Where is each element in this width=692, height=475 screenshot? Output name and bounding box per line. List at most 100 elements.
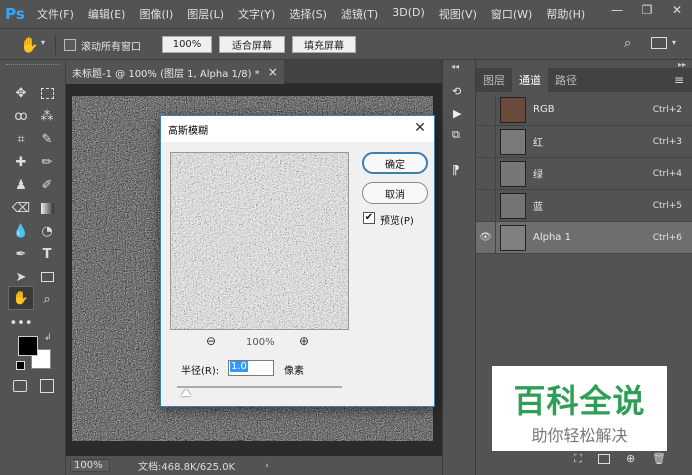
preview-checkbox[interactable]: ✔ — [363, 212, 375, 224]
menu-item[interactable]: 3D(D) — [385, 6, 432, 22]
menu-item[interactable]: 视图(V) — [432, 6, 484, 22]
close-button[interactable]: ✕ — [662, 0, 692, 20]
radius-unit: 像素 — [284, 366, 304, 377]
fill-screen-button[interactable]: 填充屏幕 — [292, 36, 356, 53]
crop-tool-icon[interactable]: ⌗ — [10, 128, 32, 150]
menu-item[interactable]: 帮助(H) — [539, 6, 592, 22]
rectangle-tool-icon[interactable] — [36, 266, 58, 288]
visibility-eye-icon[interactable] — [476, 157, 496, 190]
menu-item[interactable]: 滤镜(T) — [334, 6, 385, 22]
panel-menu-icon[interactable]: ≡ — [674, 68, 684, 92]
save-selection-icon[interactable] — [598, 454, 610, 464]
delete-channel-icon[interactable]: 🗑 — [652, 452, 666, 465]
preview-label: 预览(P) — [380, 216, 414, 227]
zoom-tool-icon[interactable]: ⌕ — [36, 288, 58, 310]
ok-button[interactable]: 确定 — [362, 152, 428, 174]
character-panel-icon[interactable]: ⁋ — [452, 163, 460, 177]
restore-button[interactable]: ❐ — [632, 0, 662, 20]
fit-screen-button[interactable]: 适合屏幕 — [219, 36, 285, 53]
radius-input[interactable]: 1.0 — [228, 360, 274, 376]
more-tools-icon[interactable]: ••• — [10, 312, 33, 334]
radius-slider-track[interactable] — [177, 386, 342, 388]
properties-panel-icon[interactable]: ⧉ — [452, 128, 460, 142]
gaussian-blur-dialog: 高斯模糊 ✕ 确定 取消 ✔ 预览(P) ⊖ 100% ⊕ 半径(R): 1.0… — [160, 115, 435, 407]
channel-row[interactable]: 红 Ctrl+3 — [476, 125, 692, 158]
search-icon[interactable]: ⌕ — [624, 36, 631, 51]
zoom-out-icon[interactable]: ⊖ — [206, 334, 216, 348]
radius-slider-thumb[interactable] — [180, 389, 191, 396]
watermark-subtitle: 助你轻松解决 — [531, 426, 628, 445]
hand-tool-icon[interactable]: ✋ — [20, 36, 39, 54]
move-tool-icon[interactable]: ✥ — [10, 82, 32, 104]
zoom-100-button[interactable]: 100% — [162, 36, 212, 53]
visibility-eye-icon[interactable] — [476, 125, 496, 158]
cancel-button[interactable]: 取消 — [362, 182, 428, 204]
toolbox: ✥ ꝏ ⁂ ⌗ ✎ ✚ ✏ ♟ ✐ ⌫ 💧 ◔ ✒ T ➤ ✋ ⌕ ••• ↲ — [0, 60, 66, 475]
zoom-in-icon[interactable]: ⊕ — [299, 334, 309, 348]
zoom-level-field[interactable]: 100% — [70, 459, 110, 472]
swap-colors-icon[interactable]: ↲ — [44, 333, 52, 343]
pen-tool-icon[interactable]: ✒ — [10, 243, 32, 265]
channel-name: RGB — [533, 104, 555, 115]
menu-item[interactable]: 文件(F) — [30, 6, 81, 22]
hand-tool-active-icon[interactable]: ✋ — [8, 286, 34, 310]
blur-tool-icon[interactable]: 💧 — [10, 220, 32, 242]
quick-mask-icon[interactable] — [13, 380, 27, 392]
history-panel-icon[interactable]: ⟲ — [452, 85, 461, 98]
tool-preset-chevron-icon[interactable]: ▾ — [41, 38, 45, 47]
default-colors-icon[interactable] — [16, 361, 25, 370]
menu-item[interactable]: 图层(L) — [180, 6, 231, 22]
workspace-icon[interactable] — [651, 37, 667, 49]
channel-row[interactable]: 👁 Alpha 1 Ctrl+6 — [476, 221, 692, 254]
visibility-eye-icon[interactable]: 👁 — [476, 221, 496, 254]
healing-brush-tool-icon[interactable]: ✚ — [10, 151, 32, 173]
collapse-panel-icon[interactable]: ◂◂ — [451, 62, 459, 71]
history-brush-tool-icon[interactable]: ✐ — [36, 174, 58, 196]
foreground-color-swatch[interactable] — [18, 336, 38, 356]
marquee-tool-icon[interactable] — [36, 82, 58, 104]
type-tool-icon[interactable]: T — [36, 243, 58, 265]
blur-preview[interactable] — [170, 152, 349, 330]
channel-row[interactable]: RGB Ctrl+2 — [476, 93, 692, 126]
toolbox-grip[interactable] — [6, 64, 60, 67]
path-selection-tool-icon[interactable]: ➤ — [10, 266, 32, 288]
eraser-tool-icon[interactable]: ⌫ — [10, 197, 32, 219]
brush-tool-icon[interactable]: ✏ — [36, 151, 58, 173]
status-menu-chevron-icon[interactable]: › — [265, 461, 269, 471]
menu-item[interactable]: 文字(Y) — [231, 6, 282, 22]
minimize-button[interactable]: — — [602, 0, 632, 20]
menu-item[interactable]: 窗口(W) — [484, 6, 539, 22]
document-tab[interactable]: 未标题-1 @ 100% (图层 1, Alpha 1/8) * × — [66, 60, 284, 84]
panel-tabs: 图层 通道 路径 ≡ — [476, 68, 692, 92]
tab-channels[interactable]: 通道 — [512, 68, 548, 92]
screen-mode-icon[interactable] — [40, 379, 54, 393]
dodge-tool-icon[interactable]: ◔ — [36, 220, 58, 242]
channel-name: 蓝 — [533, 202, 543, 213]
channel-row[interactable]: 绿 Ctrl+4 — [476, 157, 692, 190]
lasso-tool-icon[interactable]: ꝏ — [10, 105, 32, 127]
photoshop-logo: Ps — [5, 5, 25, 23]
new-channel-icon[interactable]: ⊕ — [626, 452, 635, 465]
close-tab-icon[interactable]: × — [268, 65, 278, 79]
tab-layers[interactable]: 图层 — [476, 68, 512, 92]
document-tab-bar: 未标题-1 @ 100% (图层 1, Alpha 1/8) * × — [66, 60, 442, 84]
visibility-eye-icon[interactable] — [476, 189, 496, 222]
load-selection-icon[interactable]: ⛶ — [574, 452, 582, 466]
actions-panel-icon[interactable]: ▶ — [453, 107, 461, 120]
menu-bar: Ps 文件(F) 编辑(E) 图像(I) 图层(L) 文字(Y) 选择(S) 滤镜(T) 3D… — [0, 0, 692, 28]
channel-row[interactable]: 蓝 Ctrl+5 — [476, 189, 692, 222]
workspace-chevron-icon[interactable]: ▾ — [672, 38, 676, 47]
channel-shortcut: Ctrl+3 — [652, 136, 682, 147]
menu-item[interactable]: 图像(I) — [132, 6, 180, 22]
clone-stamp-tool-icon[interactable]: ♟ — [10, 174, 32, 196]
scroll-all-label: 滚动所有窗口 — [81, 42, 141, 53]
scroll-all-checkbox[interactable] — [64, 39, 76, 51]
dialog-close-icon[interactable]: ✕ — [412, 120, 428, 136]
visibility-eye-icon[interactable] — [476, 93, 496, 126]
tab-paths[interactable]: 路径 — [548, 68, 584, 92]
eyedropper-tool-icon[interactable]: ✎ — [36, 128, 58, 150]
gradient-tool-icon[interactable] — [36, 197, 58, 219]
menu-item[interactable]: 选择(S) — [282, 6, 334, 22]
menu-item[interactable]: 编辑(E) — [81, 6, 133, 22]
magic-wand-tool-icon[interactable]: ⁂ — [36, 105, 58, 127]
